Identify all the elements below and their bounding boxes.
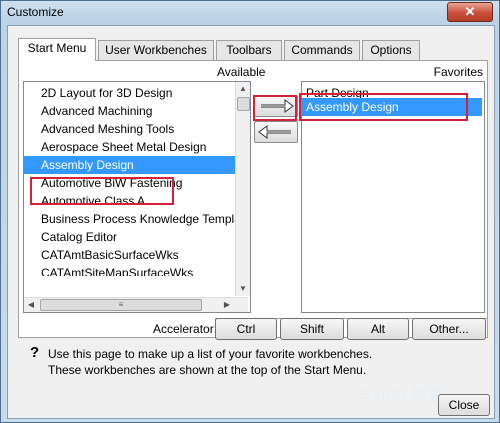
list-item[interactable]: Catalog Editor (24, 228, 117, 246)
scroll-left-icon[interactable]: ◀ (24, 298, 38, 312)
tab-commands[interactable]: Commands (284, 40, 360, 60)
window-title: Customize (7, 5, 64, 19)
remove-from-favorites-button[interactable] (254, 121, 298, 143)
title-bar: Customize ✕ (1, 1, 499, 25)
highlight-box-favorites (299, 93, 468, 121)
other-button[interactable]: Other... (412, 318, 486, 340)
left-arrow-icon (258, 125, 291, 139)
list-item[interactable]: Advanced Meshing Tools (24, 120, 174, 138)
scroll-down-icon[interactable]: ▼ (236, 282, 250, 296)
accelerator-label: Accelerator: (153, 322, 218, 336)
scroll-up-icon[interactable]: ▲ (236, 82, 250, 96)
customize-dialog: Customize ✕ Start Menu User Workbenches … (0, 0, 500, 423)
scroll-thumb[interactable] (237, 97, 250, 111)
list-item[interactable]: Aerospace Sheet Metal Design (24, 138, 206, 156)
highlight-box-available (30, 177, 174, 205)
tab-options[interactable]: Options (362, 40, 420, 60)
scroll-right-icon[interactable]: ▶ (220, 298, 234, 312)
help-text-line2: These workbenches are shown at the top o… (48, 363, 367, 377)
tab-user-workbenches[interactable]: User Workbenches (98, 40, 214, 60)
list-item[interactable]: Business Process Knowledge Templat (24, 210, 244, 228)
close-icon[interactable]: ✕ (447, 2, 493, 22)
start-menu-panel: Available Favorites 2D Layout for 3D Des… (18, 60, 488, 338)
close-button[interactable]: Close (438, 394, 490, 416)
shift-button[interactable]: Shift (280, 318, 344, 340)
help-icon: ? (30, 344, 40, 361)
available-label: Available (217, 65, 266, 79)
favorites-label: Favorites (433, 65, 483, 79)
alt-button[interactable]: Alt (347, 318, 409, 340)
tab-toolbars[interactable]: Toolbars (216, 40, 282, 60)
list-item[interactable]: 2D Layout for 3D Design (24, 84, 172, 102)
hscroll-thumb[interactable]: ≡ (40, 299, 202, 311)
help-text-line1: Use this page to make up a list of your … (48, 347, 373, 361)
vertical-scrollbar[interactable]: ▲ ▼ (235, 82, 250, 296)
horizontal-scrollbar[interactable]: ◀ ≡ ▶ (24, 297, 248, 312)
ctrl-button[interactable]: Ctrl (215, 318, 277, 340)
list-item-selected[interactable]: Assembly Design (24, 156, 238, 174)
list-item[interactable]: CATAmtBasicSurfaceWks (24, 246, 179, 264)
list-item[interactable]: CATAmtSiteMapSurfaceWks (24, 264, 193, 276)
dialog-client: Start Menu User Workbenches Toolbars Com… (7, 25, 495, 419)
tab-start-menu[interactable]: Start Menu (18, 38, 96, 61)
list-item[interactable]: Advanced Machining (24, 102, 152, 120)
watermark: Baidu 经验 (360, 386, 444, 403)
highlight-box-arrow (253, 95, 297, 121)
